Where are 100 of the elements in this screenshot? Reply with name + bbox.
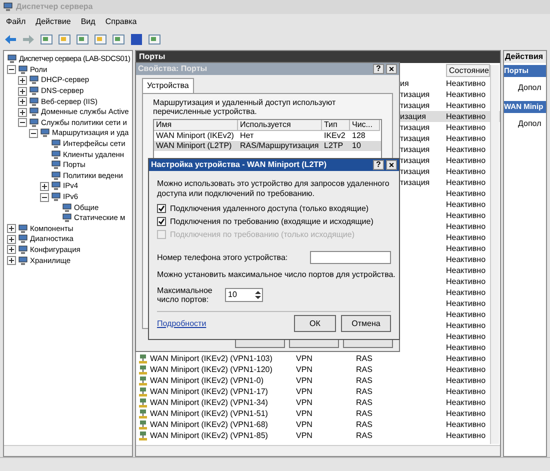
status-cell: Неактивно [446, 298, 486, 310]
table-cell: RAS [356, 420, 372, 428]
column-header[interactable]: Используется [238, 120, 322, 131]
computer-icon [3, 2, 13, 12]
menu-item[interactable]: Действие [36, 16, 71, 28]
expand-icon[interactable] [18, 76, 27, 85]
status-cell: Неактивно [446, 122, 486, 134]
details-link[interactable]: Подробности [157, 318, 206, 330]
tab[interactable]: Устройства [142, 78, 194, 93]
computer-icon [51, 170, 61, 181]
phone-input-field[interactable] [310, 251, 391, 264]
checkbox-label: Подключения удаленного доступа (только входящие) [170, 202, 369, 214]
window-title: Диспетчер сервера [16, 1, 93, 13]
toolbar-icon[interactable] [112, 32, 125, 46]
checkbox[interactable] [157, 217, 166, 226]
vertical-scrollbar[interactable] [490, 65, 499, 444]
status-cell: Неактивно [446, 430, 486, 442]
cancel-button[interactable]: Отмена [341, 315, 391, 332]
list-cell[interactable]: 128 [350, 131, 380, 141]
horizontal-scrollbar[interactable] [136, 445, 500, 456]
status-cell: Неактивно [446, 342, 486, 354]
status-cell: Неактивно [446, 330, 486, 342]
port-name: WAN Miniport (IKEv2) (VPN1-34) [150, 396, 268, 408]
panel-title: Порты [139, 52, 166, 62]
table-cell: тизация [400, 166, 430, 176]
computer-icon [29, 75, 39, 86]
expand-icon[interactable] [40, 182, 49, 191]
computer-icon [51, 150, 61, 160]
list-cell[interactable]: WAN Miniport (L2TP) [154, 141, 238, 151]
expand-icon[interactable] [18, 97, 27, 106]
toolbar-icon[interactable] [40, 32, 53, 46]
status-cell: Неактивно [446, 374, 486, 386]
status-cell: Неактивно [446, 220, 486, 232]
port-name: WAN Miniport (IKEv2) (VPN1-51) [150, 408, 268, 420]
collapse-icon[interactable] [29, 128, 38, 138]
column-header[interactable]: Тип [322, 120, 350, 131]
list-cell[interactable]: L2TP [322, 141, 350, 151]
collapse-icon[interactable] [40, 192, 49, 202]
table-cell: VPN [296, 354, 312, 362]
menu-item[interactable]: Файл [6, 16, 26, 28]
ok-button[interactable]: ОК [294, 315, 336, 332]
action-link[interactable]: Допол [504, 113, 546, 135]
network-port-icon [138, 398, 148, 408]
status-cell: Неактивно [446, 78, 486, 90]
status-cell: Неактивно [446, 386, 486, 398]
collapse-icon[interactable] [7, 65, 16, 74]
computer-icon [18, 244, 28, 255]
expand-icon[interactable] [7, 245, 16, 254]
close-button[interactable]: × [386, 64, 397, 74]
list-cell[interactable]: Нет [238, 131, 322, 141]
dialog-title: Настройка устройства - WAN Miniport (L2TP) [151, 159, 327, 171]
expand-icon[interactable] [18, 86, 27, 96]
network-port-icon [138, 386, 148, 396]
help-button[interactable]: ? [373, 64, 384, 74]
list-cell[interactable]: WAN Miniport (IKEv2) [154, 131, 238, 141]
table-cell: VPN [296, 376, 312, 384]
table-cell: тизация [400, 134, 430, 142]
expand-icon[interactable] [7, 224, 16, 234]
spinner-arrows-icon[interactable] [254, 289, 262, 301]
action-link[interactable]: Допол [504, 77, 546, 99]
toolbar-icon[interactable] [76, 32, 89, 46]
table-cell: VPN [296, 408, 312, 418]
status-cell: Неактивно [446, 320, 486, 332]
computer-icon [29, 118, 39, 128]
status-cell: Неактивно [446, 254, 486, 266]
expand-icon[interactable] [7, 234, 16, 244]
computer-icon [62, 213, 72, 224]
horizontal-scrollbar[interactable] [4, 445, 132, 456]
list-cell[interactable]: RAS/Маршрутизация [238, 141, 322, 151]
expand-icon[interactable] [7, 256, 16, 266]
status-cell: Неактивно [446, 176, 486, 188]
ports-spinner[interactable]: 10 [225, 288, 263, 302]
status-cell: Неактивно [446, 364, 486, 376]
collapse-icon[interactable] [18, 118, 27, 128]
menu-item[interactable]: Вид [80, 16, 96, 28]
checkbox[interactable] [157, 204, 166, 213]
menu-item[interactable]: Справка [105, 16, 137, 28]
toolbar-icon[interactable] [94, 32, 107, 46]
list-cell[interactable]: 10 [350, 141, 380, 151]
status-cell: Неактивно [446, 352, 486, 364]
expand-icon[interactable] [18, 108, 27, 117]
status-cell: Неактивно [446, 188, 486, 200]
column-header[interactable]: Чис... [350, 120, 380, 131]
status-cell: Неактивно [446, 166, 486, 178]
toolbar-icon[interactable] [148, 32, 161, 46]
status-cell: Неактивно [446, 88, 486, 100]
computer-icon [29, 107, 39, 118]
description-text: Можно использовать это устройство для запросов удаленного доступа или подключений по требованию. [157, 179, 390, 199]
list-cell[interactable]: IKEv2 [322, 131, 350, 141]
computer-icon [18, 224, 28, 234]
toolbar-icon[interactable] [58, 32, 71, 46]
column-header[interactable]: Состояние [446, 64, 490, 77]
table-cell: VPN [296, 430, 312, 440]
help-button[interactable]: ? [373, 160, 384, 170]
network-port-icon [138, 354, 148, 364]
computer-icon [62, 202, 72, 213]
status-cell: Неактивно [446, 276, 486, 288]
back-arrow-icon[interactable] [4, 32, 17, 46]
column-header[interactable]: Имя [154, 120, 238, 131]
close-button[interactable]: × [386, 160, 397, 170]
